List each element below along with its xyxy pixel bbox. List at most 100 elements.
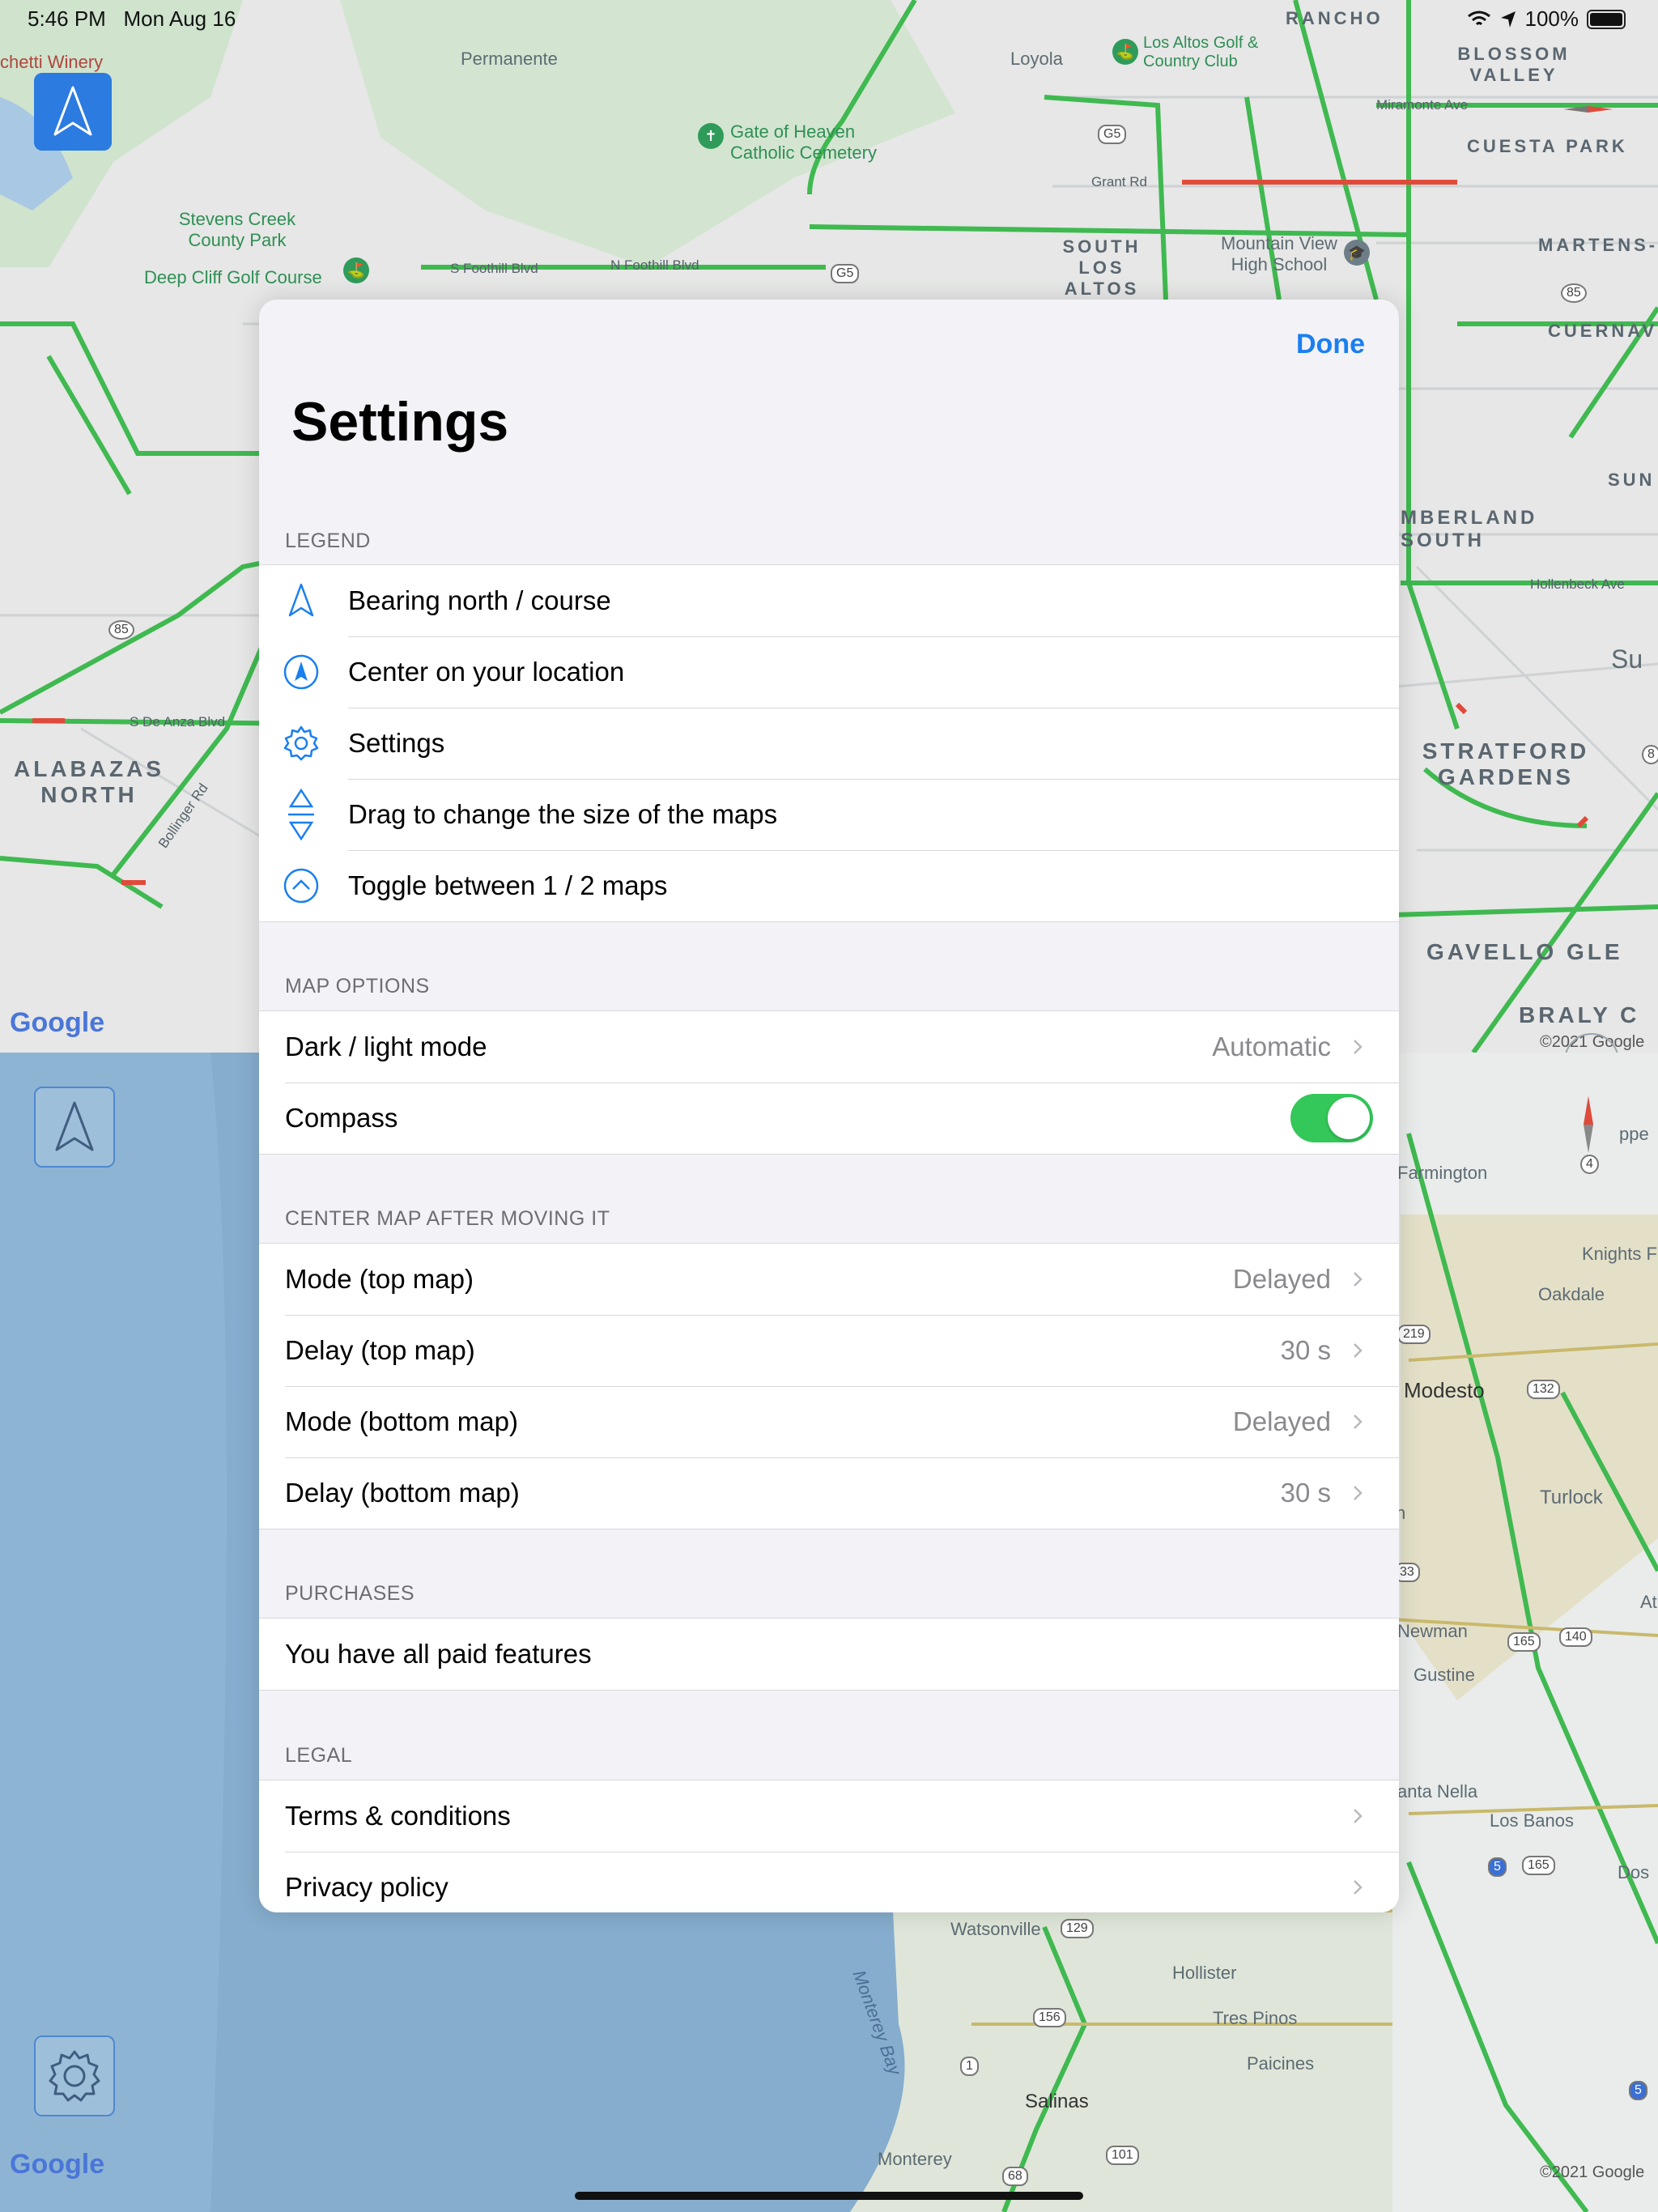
status-bar-right: 100% (1467, 6, 1626, 32)
map-label-gate-of-heaven: Gate of Heaven Catholic Cemetery (730, 121, 877, 163)
legend-item-label: Toggle between 1 / 2 maps (348, 870, 668, 900)
map-label-turlock: Turlock (1540, 1487, 1603, 1508)
status-bar-left: 5:46 PM Mon Aug 16 (28, 6, 236, 32)
wifi-icon (1467, 11, 1490, 25)
map-label-oakdale: Oakdale (1538, 1284, 1605, 1304)
delay-bottom-map-row[interactable]: Delay (bottom map) 30 s (259, 1457, 1399, 1529)
mode-top-map-row[interactable]: Mode (top map) Delayed (259, 1244, 1399, 1315)
school-poi-icon: 🎓 (1344, 240, 1370, 266)
legend-group: Bearing north / course Center on your lo… (259, 564, 1399, 922)
resize-drag-icon (282, 789, 321, 840)
map-label-at: At (1640, 1592, 1657, 1612)
map-label-cumberland-south: MBERLAND SOUTH (1401, 507, 1538, 551)
compass-row: Compass (259, 1083, 1399, 1154)
route-shield: 140 (1559, 1627, 1592, 1647)
settings-sheet: Done Settings LEGEND Bearing north / cou… (259, 300, 1399, 1912)
dark-light-mode-label: Dark / light mode (285, 1032, 487, 1061)
mode-top-map-label: Mode (top map) (285, 1264, 474, 1294)
chevron-right-icon (1354, 1809, 1363, 1823)
chevron-right-icon (1354, 1272, 1363, 1287)
mode-bottom-map-label: Mode (bottom map) (285, 1406, 518, 1436)
map-label-grant-rd: Grant Rd (1091, 174, 1147, 189)
chevron-up-icon (1591, 1052, 1592, 1053)
bearing-north-button-bottom[interactable] (34, 1087, 115, 1168)
route-shield: G5 (831, 264, 860, 283)
google-logo: Google (10, 2149, 105, 2180)
legend-item-toggle: Toggle between 1 / 2 maps (259, 850, 1399, 921)
dark-light-mode-row[interactable]: Dark / light mode Automatic (259, 1011, 1399, 1083)
legend-item-center: Center on your location (259, 636, 1399, 708)
section-header-map-options: MAP OPTIONS (285, 975, 430, 998)
status-date: Mon Aug 16 (123, 6, 236, 31)
route-shield: 85 (108, 620, 134, 640)
route-shield: 101 (1106, 2146, 1139, 2165)
gear-icon (282, 724, 321, 763)
map-label-braly: BRALY C (1519, 1002, 1640, 1027)
mode-bottom-map-row[interactable]: Mode (bottom map) Delayed (259, 1386, 1399, 1457)
status-time: 5:46 PM (28, 6, 106, 31)
battery-icon (1587, 9, 1626, 29)
compass-label: Compass (285, 1103, 398, 1133)
map-label-miramonte: Miramonte Ave (1376, 97, 1469, 113)
dark-light-mode-value: Automatic (1212, 1032, 1331, 1061)
chevron-right-icon (1354, 1040, 1363, 1054)
delay-top-map-label: Delay (top map) (285, 1335, 475, 1365)
purchases-group: You have all paid features (259, 1618, 1399, 1691)
route-shield: 129 (1061, 1919, 1094, 1938)
map-label-tres-pinos: Tres Pinos (1213, 2008, 1298, 2028)
route-shield: 85 (1561, 283, 1587, 303)
settings-button[interactable] (34, 2035, 115, 2116)
legal-group: Terms & conditions Privacy policy (259, 1780, 1399, 1912)
legend-item-settings: Settings (259, 708, 1399, 779)
delay-top-map-row[interactable]: Delay (top map) 30 s (259, 1315, 1399, 1386)
golf-poi-icon: ⛳ (1112, 39, 1138, 65)
map-label-mountain-view-hs: Mountain View High School (1221, 233, 1337, 274)
route-shield: 4 (1580, 1155, 1599, 1174)
legend-item-label: Bearing north / course (348, 585, 611, 615)
legend-item-label: Settings (348, 728, 445, 758)
done-button[interactable]: Done (1296, 329, 1365, 360)
home-indicator[interactable] (575, 2192, 1083, 2200)
gear-icon (49, 2050, 100, 2102)
toggle-maps-button[interactable] (1564, 1033, 1619, 1053)
privacy-label: Privacy policy (285, 1872, 449, 1902)
chevron-right-icon (1354, 1880, 1363, 1895)
map-label-cuernav: CUERNAV (1548, 321, 1658, 341)
map-label-deep-cliff: Deep Cliff Golf Course (144, 267, 322, 287)
map-label-hollenbeck: Hollenbeck Ave (1530, 576, 1625, 592)
delay-bottom-map-label: Delay (bottom map) (285, 1478, 520, 1508)
location-arrow-icon (1500, 11, 1516, 28)
purchases-row[interactable]: You have all paid features (259, 1619, 1399, 1690)
map-label-monterey: Monterey (878, 2149, 952, 2169)
route-shield: 132 (1527, 1380, 1560, 1399)
route-shield: G5 (1098, 125, 1127, 144)
map-label-farmington: Farmington (1397, 1163, 1488, 1183)
compass-toggle[interactable] (1290, 1094, 1373, 1142)
map-label-rancho: RANCHO (1286, 8, 1384, 28)
chevron-right-icon (1354, 1486, 1363, 1500)
map-label-de-anza: S De Anza Blvd (130, 714, 226, 730)
map-label-newman: Newman (1397, 1621, 1468, 1641)
section-header-legend: LEGEND (285, 530, 371, 552)
map-label-permanente: Permanente (461, 49, 558, 69)
map-label-cuesta-park: CUESTA PARK (1467, 136, 1628, 156)
bearing-north-icon (55, 1101, 94, 1151)
delay-top-map-value: 30 s (1280, 1335, 1331, 1365)
chevron-right-icon (1354, 1343, 1363, 1358)
delay-bottom-map-value: 30 s (1280, 1478, 1331, 1508)
purchases-label: You have all paid features (285, 1639, 592, 1669)
legend-item-label: Center on your location (348, 657, 625, 687)
privacy-row[interactable]: Privacy policy (259, 1852, 1399, 1912)
mode-bottom-map-value: Delayed (1232, 1406, 1331, 1436)
map-copyright: ©2021 Google (1540, 2163, 1645, 2181)
map-label-los-banos: Los Banos (1490, 1810, 1574, 1831)
map-label-sun: SUN (1608, 470, 1656, 490)
map-label-su: Su (1611, 644, 1643, 674)
golf-poi-icon: ⛳ (343, 257, 369, 283)
compass-icon (1584, 1096, 1593, 1153)
legend-item-label: Drag to change the size of the maps (348, 799, 778, 829)
terms-row[interactable]: Terms & conditions (259, 1780, 1399, 1852)
map-options-group: Dark / light mode Automatic Compass (259, 1010, 1399, 1155)
bearing-north-button[interactable] (34, 73, 112, 151)
legend-item-bearing: Bearing north / course (259, 565, 1399, 636)
